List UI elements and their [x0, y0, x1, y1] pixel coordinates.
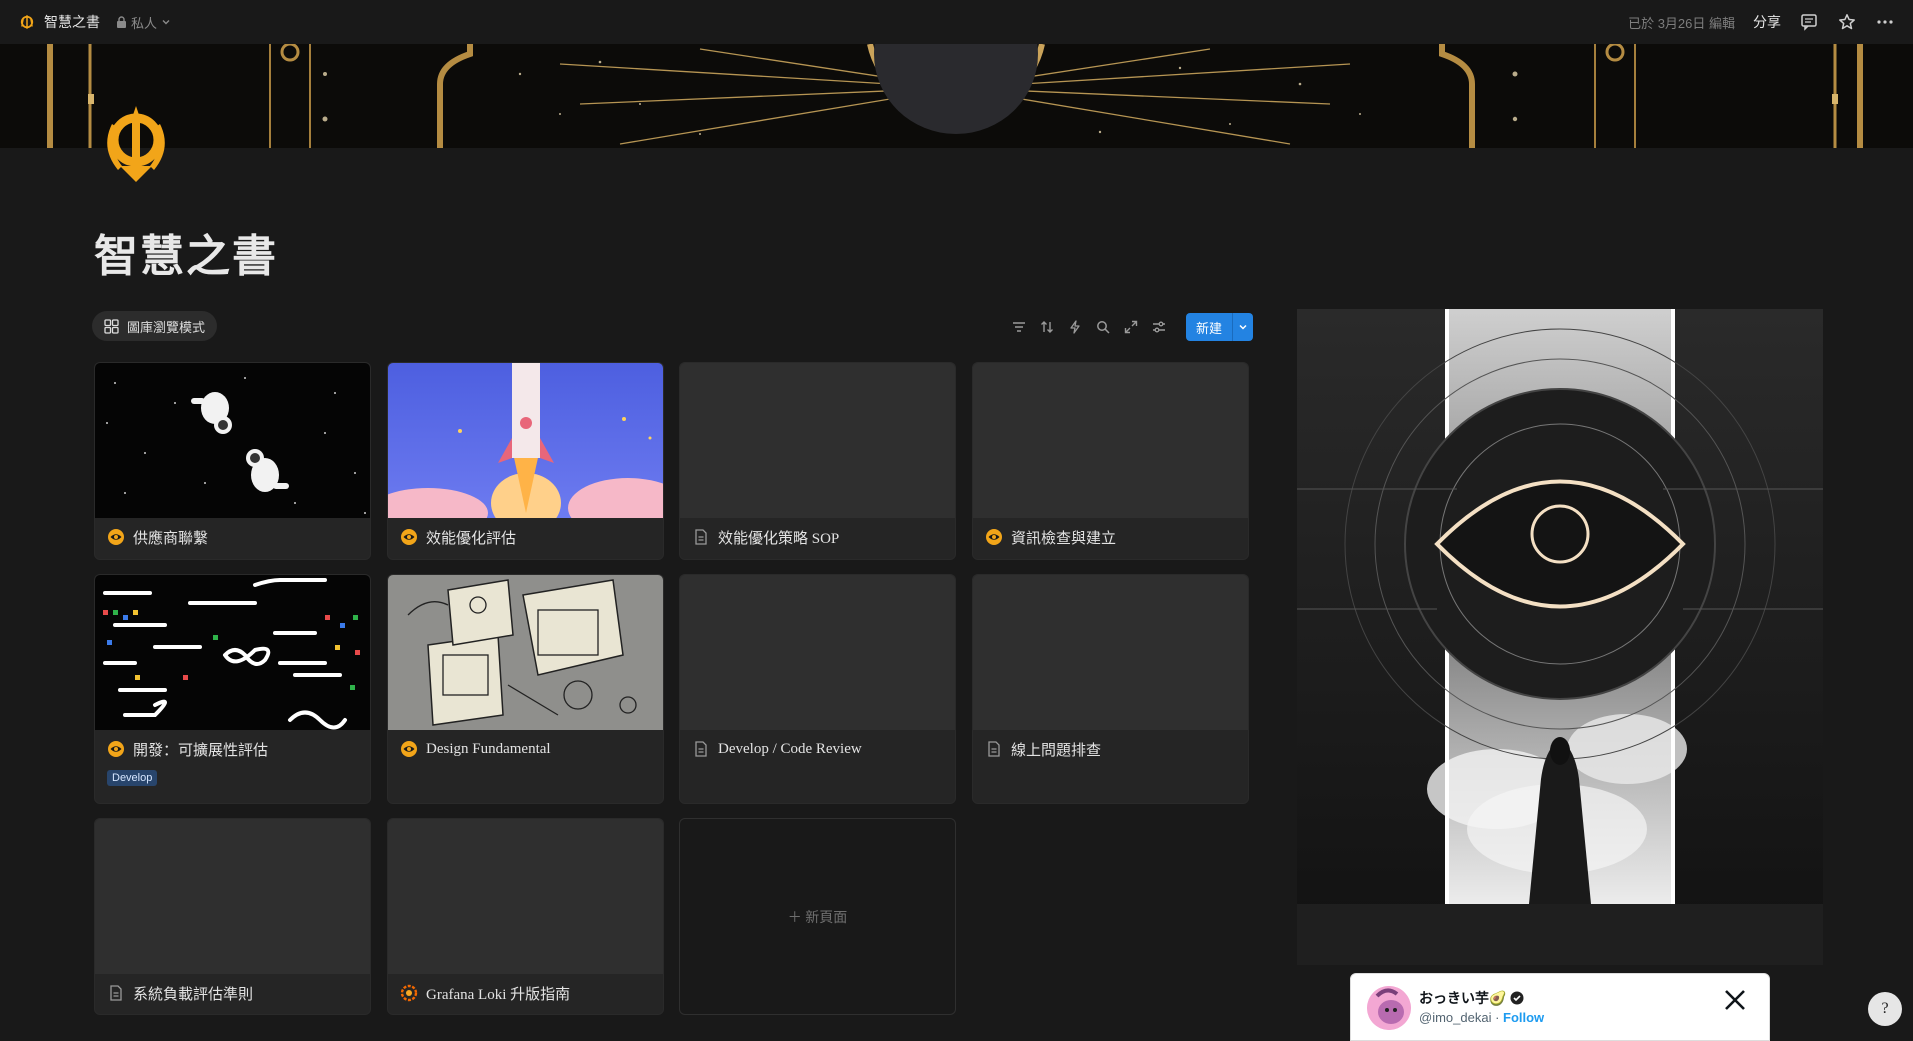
share-button[interactable]: 分享	[1753, 12, 1781, 32]
card-cover-empty	[680, 363, 955, 518]
gallery-card[interactable]: 供應商聯繫	[94, 362, 371, 560]
gallery-card[interactable]: Develop / Code Review	[679, 574, 956, 804]
card-title: Grafana Loki 升版指南	[426, 986, 571, 1003]
card-cover-empty	[388, 819, 663, 974]
gallery-card[interactable]: 效能優化評估	[387, 362, 664, 560]
eye-icon	[107, 740, 125, 758]
gallery-card[interactable]: 資訊檢查與建立	[972, 362, 1249, 560]
eye-portal-illustration	[1297, 309, 1823, 965]
gallery-grid-icon	[104, 318, 119, 334]
database-toolbar: 新建	[1010, 313, 1254, 341]
page-icon	[692, 528, 710, 546]
tweet-embed[interactable]: おっきい芋🥑 @imo_dekai · Follow	[1350, 973, 1770, 1041]
page-icon	[692, 740, 710, 758]
help-button[interactable]: ?	[1868, 992, 1902, 1026]
new-button[interactable]: 新建	[1186, 313, 1233, 341]
new-button-group: 新建	[1186, 313, 1254, 341]
card-title: 資訊檢查與建立	[1011, 530, 1117, 547]
last-edited-text: 已於 3月26日 編輯	[1628, 15, 1735, 31]
tweet-handle-line: @imo_dekai · Follow	[1419, 1010, 1544, 1025]
new-page-card[interactable]: ＋ 新頁面	[679, 818, 956, 1015]
khanda-logo-icon[interactable]	[18, 13, 36, 31]
privacy-label: 私人	[131, 15, 158, 31]
page-icon	[107, 984, 125, 1002]
expand-icon[interactable]	[1122, 318, 1140, 336]
new-page-label: ＋ 新頁面	[787, 910, 848, 926]
eye-icon	[985, 528, 1003, 546]
gallery-card[interactable]: 線上問題排查	[972, 574, 1249, 804]
page-icon	[985, 740, 1003, 758]
privacy-menu[interactable]: 私人	[116, 13, 171, 32]
settings-icon[interactable]	[1150, 318, 1168, 336]
card-title: 供應商聯繫	[133, 530, 209, 547]
khanda-page-icon[interactable]	[100, 104, 172, 184]
lock-icon	[117, 16, 126, 28]
cover-image[interactable]	[0, 44, 1913, 148]
gallery-card[interactable]: 系統負載評估準則	[94, 818, 371, 1015]
card-title: 開發：可擴展性評估	[133, 742, 269, 759]
eye-icon	[400, 528, 418, 546]
gallery-card[interactable]: 效能優化策略 SOP	[679, 362, 956, 560]
chevron-down-icon	[162, 20, 170, 25]
gallery-card[interactable]: 開發：可擴展性評估 Develop	[94, 574, 371, 804]
card-cover-empty	[973, 363, 1248, 518]
eye-icon	[107, 528, 125, 546]
comment-icon[interactable]	[1799, 12, 1819, 32]
avatar[interactable]	[1367, 986, 1411, 1030]
tweet-author-name[interactable]: おっきい芋🥑	[1419, 988, 1524, 1008]
breadcrumb-title[interactable]: 智慧之書	[44, 12, 100, 32]
x-logo-icon[interactable]	[1723, 988, 1747, 1012]
verified-badge-icon	[1510, 991, 1524, 1005]
tweet-handle[interactable]: @imo_dekai	[1419, 1010, 1491, 1025]
card-cover-rocket	[388, 363, 663, 518]
gallery-card[interactable]: Grafana Loki 升版指南	[387, 818, 664, 1015]
chevron-down-icon	[1239, 324, 1247, 330]
search-icon[interactable]	[1094, 318, 1112, 336]
card-title: Design Fundamental	[426, 740, 551, 757]
help-glyph: ?	[1881, 1000, 1889, 1017]
sort-icon[interactable]	[1038, 318, 1056, 336]
filter-icon[interactable]	[1010, 318, 1028, 336]
eye-icon	[400, 740, 418, 758]
new-dropdown-button[interactable]	[1232, 313, 1254, 341]
card-cover-empty	[973, 575, 1248, 730]
gallery-card[interactable]: Design Fundamental	[387, 574, 664, 804]
automation-icon[interactable]	[1066, 318, 1084, 336]
page-title[interactable]: 智慧之書	[94, 220, 278, 284]
grafana-icon	[400, 984, 418, 1002]
view-tab-label: 圖庫瀏覽模式	[127, 319, 206, 335]
follow-link[interactable]: Follow	[1503, 1010, 1544, 1025]
tag-badge: Develop	[107, 770, 158, 786]
card-cover-empty	[95, 819, 370, 974]
card-title: Develop / Code Review	[718, 740, 862, 757]
card-cover-machines	[388, 575, 663, 730]
card-cover-code	[95, 575, 370, 730]
star-icon[interactable]	[1837, 12, 1857, 32]
more-icon[interactable]	[1875, 12, 1895, 32]
card-title: 效能優化策略 SOP	[718, 530, 840, 547]
card-cover-empty	[680, 575, 955, 730]
card-title: 線上問題排查	[1011, 742, 1102, 759]
card-cover-astronauts	[95, 363, 370, 518]
top-bar: 智慧之書 私人 已於 3月26日 編輯 分享	[0, 0, 1913, 44]
tweet-separator: ·	[1491, 1010, 1504, 1025]
card-title: 系統負載評估準則	[133, 986, 254, 1003]
card-title: 效能優化評估	[426, 530, 517, 547]
author-name-text: おっきい芋🥑	[1419, 990, 1507, 1006]
gallery-view-tab[interactable]: 圖庫瀏覽模式	[92, 311, 218, 341]
